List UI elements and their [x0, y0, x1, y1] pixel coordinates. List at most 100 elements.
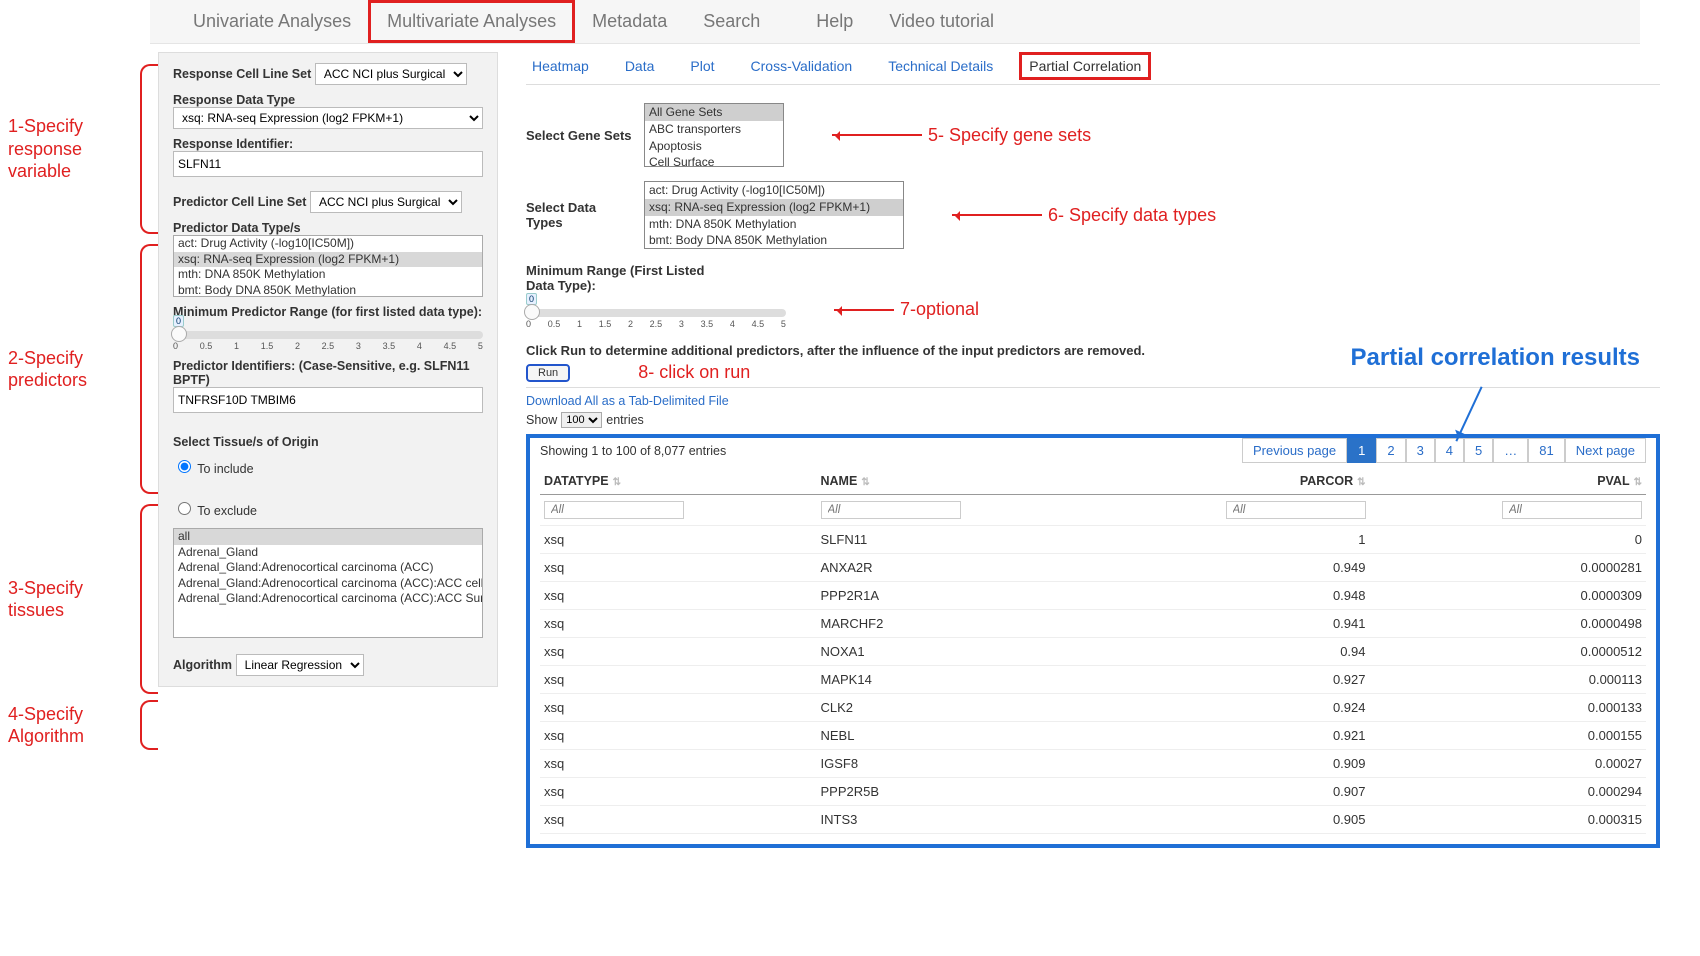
list-item[interactable]: bmt: Body DNA 850K Methylation [174, 283, 482, 297]
cell-datatype: xsq [540, 610, 817, 638]
nav-univariate[interactable]: Univariate Analyses [175, 1, 369, 42]
data-types-listbox[interactable]: act: Drug Activity (-log10[IC50M]) xsq: … [644, 181, 904, 249]
table-row: xsqPPP2R5B0.9070.000294 [540, 778, 1646, 806]
cell-pval: 0.000315 [1370, 806, 1647, 834]
cell-parcor: 0.94 [1093, 638, 1370, 666]
side-annotations: 1-Specify response variable 2-Specify pr… [8, 44, 158, 750]
nav-video-tutorial[interactable]: Video tutorial [871, 1, 1012, 42]
min-pred-range-label: Minimum Predictor Range (for first liste… [173, 305, 483, 319]
col-datatype[interactable]: DATATYPE⇅ [540, 468, 817, 495]
tab-cross-validation[interactable]: Cross-Validation [745, 56, 859, 76]
left-config-panel: Response Cell Line Set ACC NCI plus Surg… [158, 52, 498, 687]
list-item[interactable]: ABC transporters [645, 121, 783, 138]
tissue-include-radio[interactable]: To include [173, 457, 483, 476]
sort-icon: ⇅ [1357, 477, 1365, 488]
anno-4: 4-Specify Algorithm [8, 703, 136, 748]
table-row: xsqCLK20.9240.000133 [540, 694, 1646, 722]
filter-datatype-input[interactable] [544, 501, 684, 519]
cell-parcor: 0.907 [1093, 778, 1370, 806]
nav-search[interactable]: Search [685, 1, 778, 42]
list-item[interactable]: mth: DNA 850K Methylation [174, 267, 482, 283]
resp-cell-line-set-select[interactable]: ACC NCI plus Surgical [315, 63, 467, 85]
resp-data-type-select[interactable]: xsq: RNA-seq Expression (log2 FPKM+1) [173, 107, 483, 129]
sort-icon: ⇅ [861, 477, 869, 488]
nav-multivariate[interactable]: Multivariate Analyses [369, 1, 574, 42]
pred-cell-line-set-select[interactable]: ACC NCI plus Surgical [310, 191, 462, 213]
resp-data-type-label: Response Data Type [173, 93, 483, 107]
cell-pval: 0.0000512 [1370, 638, 1647, 666]
pagination: Previous page 1 2 3 4 5 … 81 Next page [1242, 438, 1646, 463]
col-name[interactable]: NAME⇅ [817, 468, 1094, 495]
list-item[interactable]: xsq: RNA-seq Expression (log2 FPKM+1) [174, 252, 482, 268]
page-ellipsis: … [1493, 438, 1528, 463]
list-item[interactable]: Cell Surface [645, 154, 783, 167]
col-parcor[interactable]: PARCOR⇅ [1093, 468, 1370, 495]
filter-name-input[interactable] [821, 501, 961, 519]
list-item[interactable]: Apoptosis [645, 138, 783, 155]
cell-parcor: 0.905 [1093, 806, 1370, 834]
next-page-button[interactable]: Next page [1565, 438, 1646, 463]
page-button[interactable]: 3 [1406, 438, 1435, 463]
cell-name: NOXA1 [817, 638, 1094, 666]
cell-parcor: 0.948 [1093, 582, 1370, 610]
gene-sets-label: Select Gene Sets [526, 128, 636, 143]
page-button[interactable]: 81 [1528, 438, 1564, 463]
list-item[interactable]: All Gene Sets [645, 104, 783, 121]
tab-heatmap[interactable]: Heatmap [526, 56, 595, 76]
min-pred-range-slider[interactable]: 0 00.511.522.533.544.55 [173, 331, 483, 351]
filter-pval-input[interactable] [1502, 501, 1642, 519]
cell-datatype: xsq [540, 582, 817, 610]
sort-icon: ⇅ [613, 477, 621, 488]
list-item[interactable]: act: Drug Activity (-log10[IC50M]) [174, 236, 482, 252]
gene-sets-listbox[interactable]: All Gene Sets ABC transporters Apoptosis… [644, 103, 784, 167]
list-item[interactable]: bmt: Body DNA 850K Methylation [645, 232, 903, 249]
table-row: xsqINTS30.9050.000315 [540, 806, 1646, 834]
filter-parcor-input[interactable] [1226, 501, 1366, 519]
prev-page-button[interactable]: Previous page [1242, 438, 1347, 463]
table-row: xsqMARCHF20.9410.0000498 [540, 610, 1646, 638]
resp-identifier-input[interactable] [173, 151, 483, 177]
resp-cell-line-set-label: Response Cell Line Set [173, 67, 311, 81]
cell-datatype: xsq [540, 722, 817, 750]
cell-datatype: xsq [540, 666, 817, 694]
tab-partial-correlation[interactable]: Partial Correlation [1023, 56, 1147, 76]
page-button[interactable]: 5 [1464, 438, 1493, 463]
tissue-exclude-radio[interactable]: To exclude [173, 499, 483, 518]
tab-technical-details[interactable]: Technical Details [882, 56, 999, 76]
algorithm-select[interactable]: Linear Regression [236, 654, 364, 676]
list-item[interactable]: act: Drug Activity (-log10[IC50M]) [645, 182, 903, 199]
list-item[interactable]: Adrenal_Gland:Adrenocortical carcinoma (… [174, 576, 482, 592]
page-button[interactable]: 1 [1347, 438, 1376, 463]
cell-name: PPP2R1A [817, 582, 1094, 610]
entries-per-page-select[interactable]: 100 [561, 412, 602, 428]
cell-pval: 0.0000498 [1370, 610, 1647, 638]
tab-data[interactable]: Data [619, 56, 661, 76]
anno-7: 7-optional [834, 299, 979, 320]
algorithm-label: Algorithm [173, 658, 232, 672]
pred-data-types-listbox[interactable]: act: Drug Activity (-log10[IC50M]) xsq: … [173, 235, 483, 297]
nav-help[interactable]: Help [798, 1, 871, 42]
cell-parcor: 0.927 [1093, 666, 1370, 694]
tissue-listbox[interactable]: all Adrenal_Gland Adrenal_Gland:Adrenoco… [173, 528, 483, 638]
table-row: xsqNEBL0.9210.000155 [540, 722, 1646, 750]
download-link[interactable]: Download All as a Tab-Delimited File [526, 394, 729, 408]
list-item[interactable]: xsq: RNA-seq Expression (log2 FPKM+1) [645, 199, 903, 216]
list-item[interactable]: Adrenal_Gland:Adrenocortical carcinoma (… [174, 591, 482, 607]
anno-3: 3-Specify tissues [8, 577, 136, 622]
run-button[interactable]: Run [526, 364, 570, 382]
list-item[interactable]: Adrenal_Gland:Adrenocortical carcinoma (… [174, 560, 482, 576]
list-item[interactable]: mth: DNA 850K Methylation [645, 216, 903, 233]
anno-1: 1-Specify response variable [8, 115, 136, 183]
pred-identifiers-label: Predictor Identifiers: (Case-Sensitive, … [173, 359, 483, 387]
page-button[interactable]: 2 [1376, 438, 1405, 463]
pred-identifiers-input[interactable] [173, 387, 483, 413]
col-pval[interactable]: PVAL⇅ [1370, 468, 1647, 495]
cell-name: PPP2R5B [817, 778, 1094, 806]
tab-plot[interactable]: Plot [684, 56, 720, 76]
anno-2: 2-Specify predictors [8, 347, 136, 392]
list-item[interactable]: Adrenal_Gland [174, 545, 482, 561]
nav-metadata[interactable]: Metadata [574, 1, 685, 42]
min-range-slider[interactable]: 0 00.511.522.533.544.55 [526, 297, 786, 329]
list-item[interactable]: all [174, 529, 482, 545]
cell-name: SLFN11 [817, 526, 1094, 554]
